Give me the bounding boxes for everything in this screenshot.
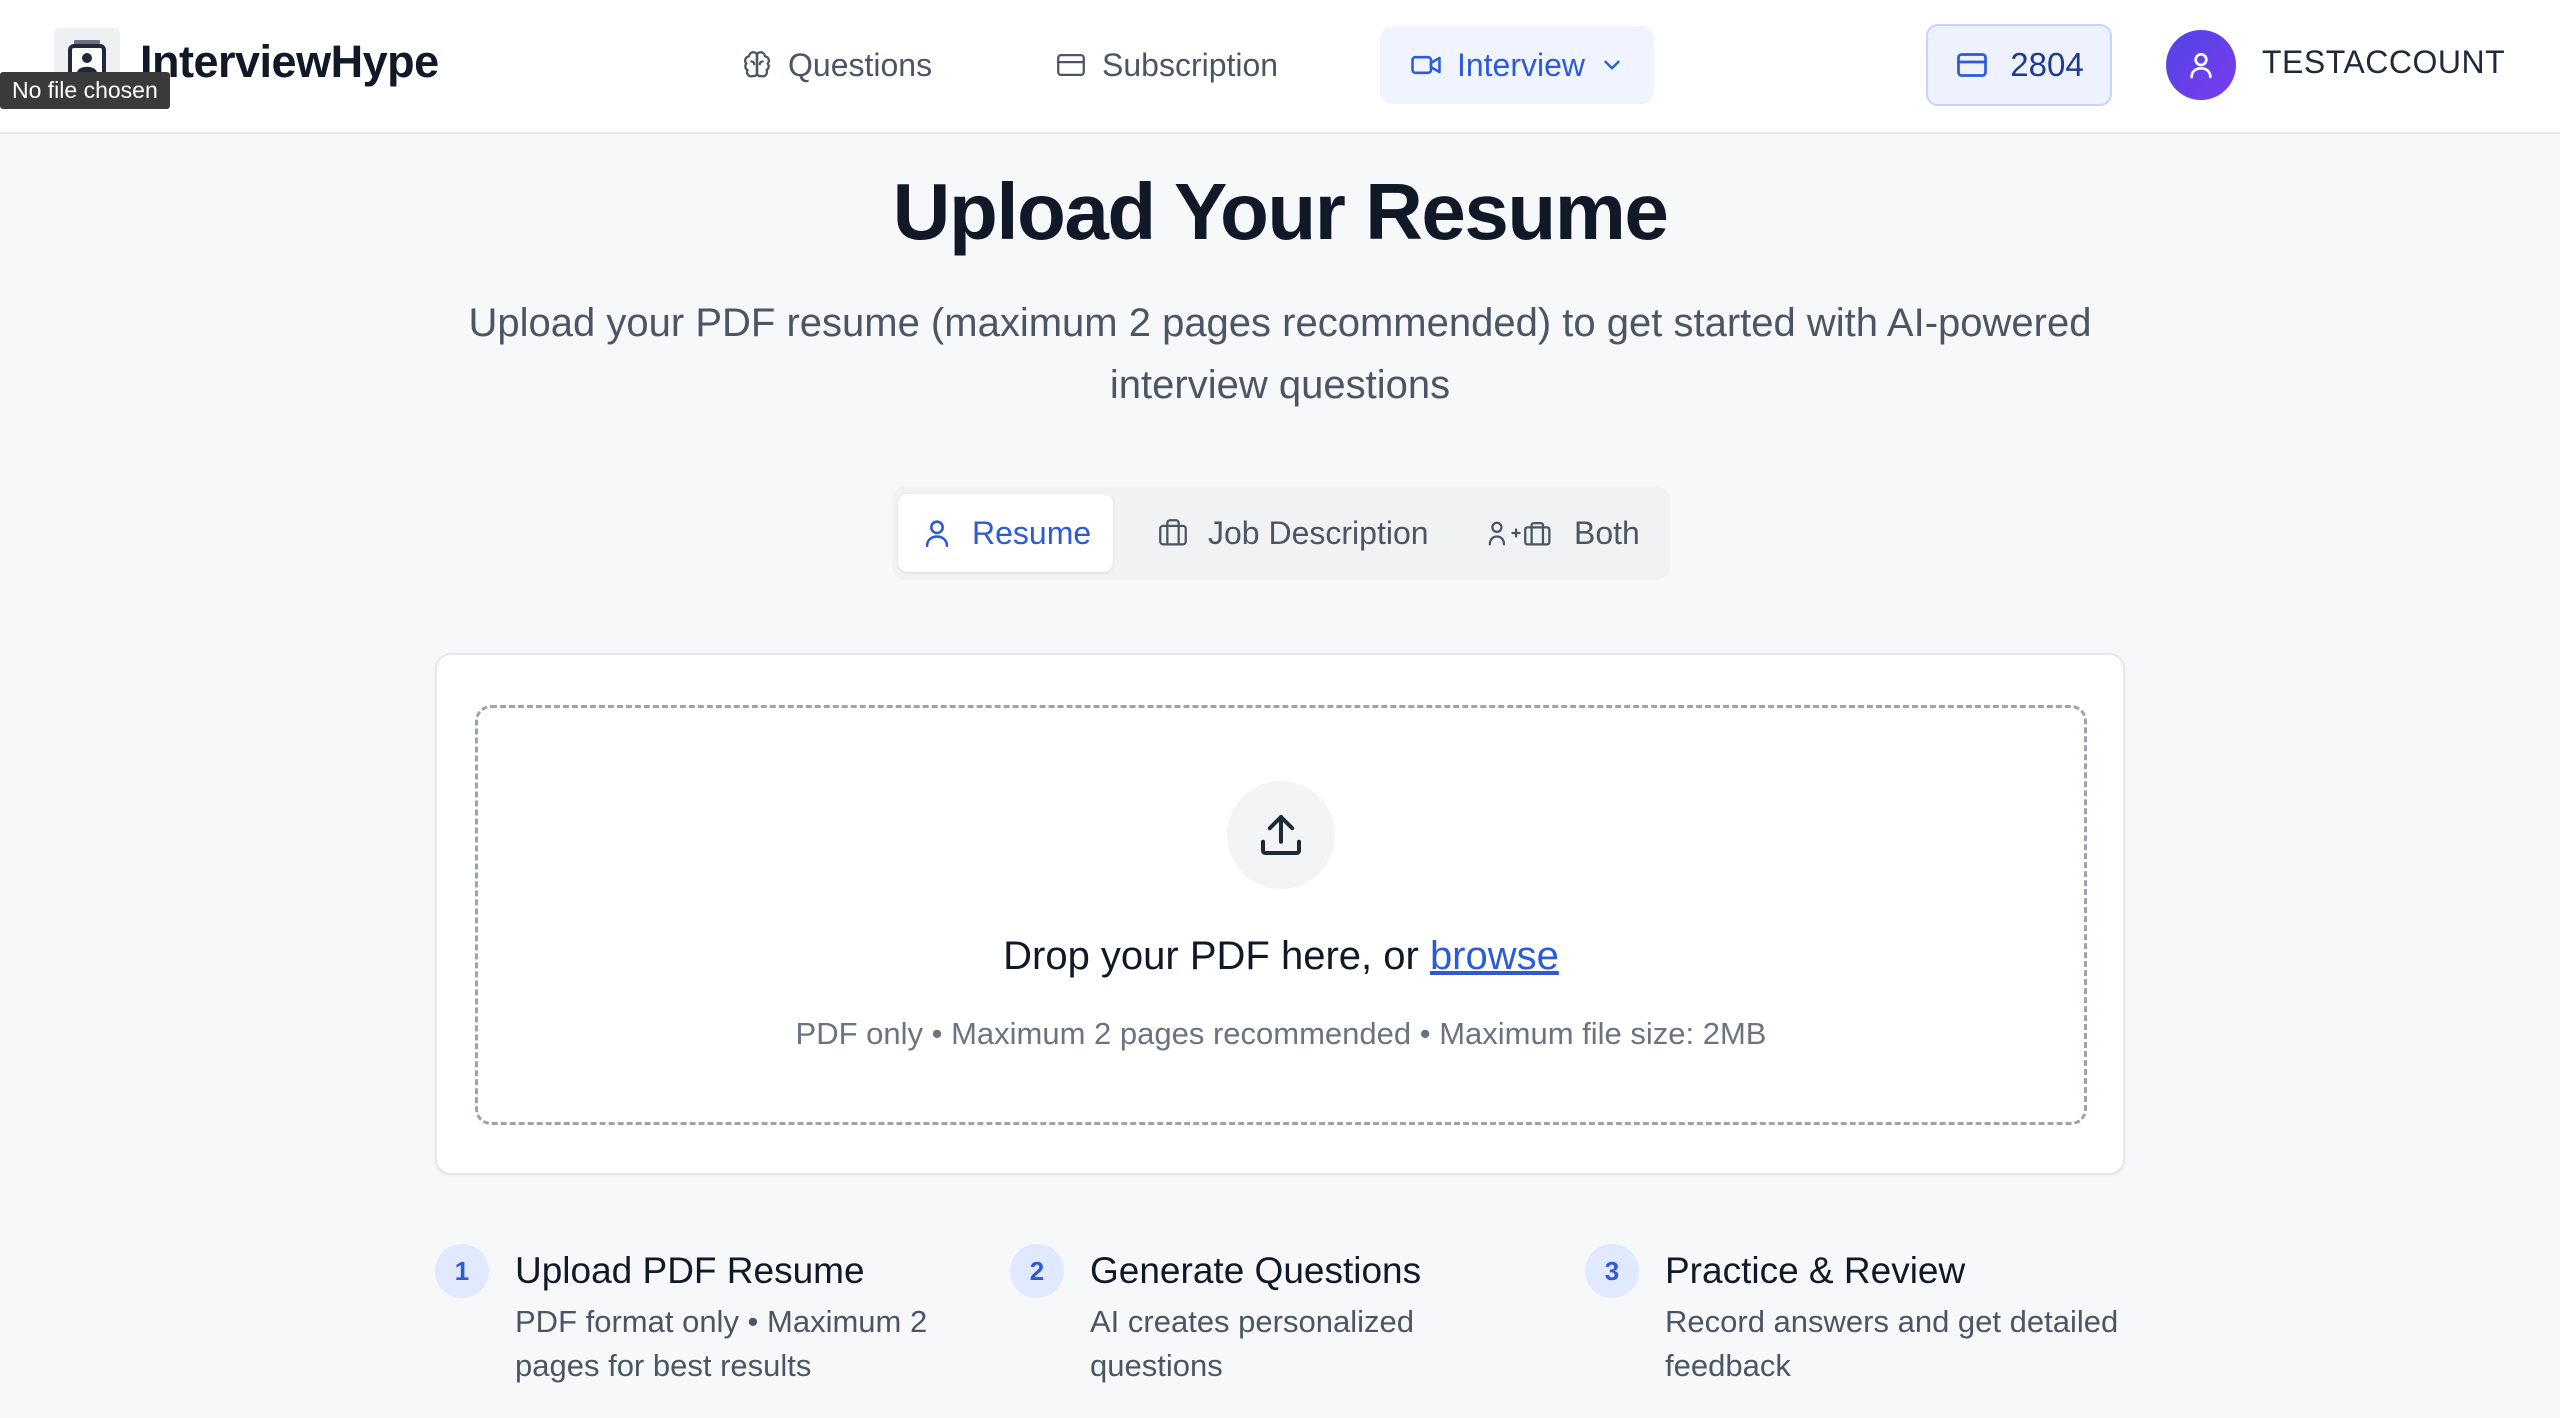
step-number: 2	[1010, 1244, 1064, 1298]
video-camera-icon	[1411, 55, 1441, 75]
upload-icon	[1260, 814, 1302, 856]
step-description: PDF format only • Maximum 2 pages for be…	[515, 1304, 928, 1383]
nav-subscription[interactable]: Subscription	[1036, 26, 1296, 104]
tab-job-description-label: Job Description	[1208, 514, 1429, 551]
dropzone-text: Drop your PDF here, or	[1003, 934, 1419, 978]
brand-name[interactable]: InterviewHype	[140, 36, 439, 88]
credits-count: 2804	[2010, 46, 2084, 83]
tab-resume[interactable]: Resume	[898, 494, 1114, 572]
tab-both-label: Both	[1574, 514, 1640, 551]
credit-card-icon	[1057, 53, 1085, 77]
step-title: Generate Questions	[1090, 1250, 1422, 1291]
dropzone-prompt: Drop your PDF here, or browse	[478, 934, 2084, 979]
avatar[interactable]	[2166, 30, 2236, 100]
page-subtitle: Upload your PDF resume (maximum 2 pages …	[468, 301, 2092, 407]
nav-questions[interactable]: Questions	[722, 26, 950, 104]
upload-icon-circle	[1227, 781, 1335, 889]
nav-interview-label: Interview	[1456, 46, 1586, 83]
tab-both[interactable]: Both	[1464, 494, 1662, 572]
nav-questions-label: Questions	[788, 46, 933, 83]
tab-job-description[interactable]: Job Description	[1134, 494, 1451, 572]
browse-link[interactable]: browse	[1430, 934, 1559, 978]
step-description: AI creates personalized questions	[1090, 1304, 1414, 1383]
username[interactable]: TESTACCOUNT	[2262, 44, 2505, 81]
brain-icon	[744, 51, 770, 78]
dropzone-hint: PDF only • Maximum 2 pages recommended •…	[795, 1016, 1767, 1051]
nav-interview-dropdown[interactable]: Interview	[1380, 26, 1654, 104]
user-icon	[2190, 53, 2212, 79]
user-icon	[925, 520, 949, 548]
page-title: Upload Your Resume	[892, 167, 1669, 256]
nav-subscription-label: Subscription	[1102, 46, 1279, 83]
credits-badge[interactable]: 2804	[1926, 24, 2112, 106]
step-number: 3	[1585, 1244, 1639, 1298]
step-title: Practice & Review	[1665, 1250, 1966, 1291]
top-navbar: InterviewHype No file chosen Questions S…	[0, 0, 2560, 134]
step-description: Record answers and get detailed feedback	[1665, 1304, 2119, 1383]
upload-card: Drop your PDF here, or browse PDF only •…	[435, 653, 2125, 1175]
upload-mode-tabs: Resume Job Description Both	[892, 486, 1670, 580]
file-input-tooltip: No file chosen	[0, 72, 170, 109]
credit-card-icon	[1957, 53, 1988, 77]
chevron-down-icon	[1604, 60, 1620, 70]
step-number: 1	[435, 1244, 489, 1298]
pdf-dropzone[interactable]: Drop your PDF here, or browse PDF only •…	[475, 705, 2087, 1125]
tab-resume-label: Resume	[972, 514, 1092, 551]
user-plus-briefcase-icon	[1488, 521, 1551, 546]
step-title: Upload PDF Resume	[515, 1250, 865, 1291]
briefcase-icon	[1159, 519, 1187, 546]
